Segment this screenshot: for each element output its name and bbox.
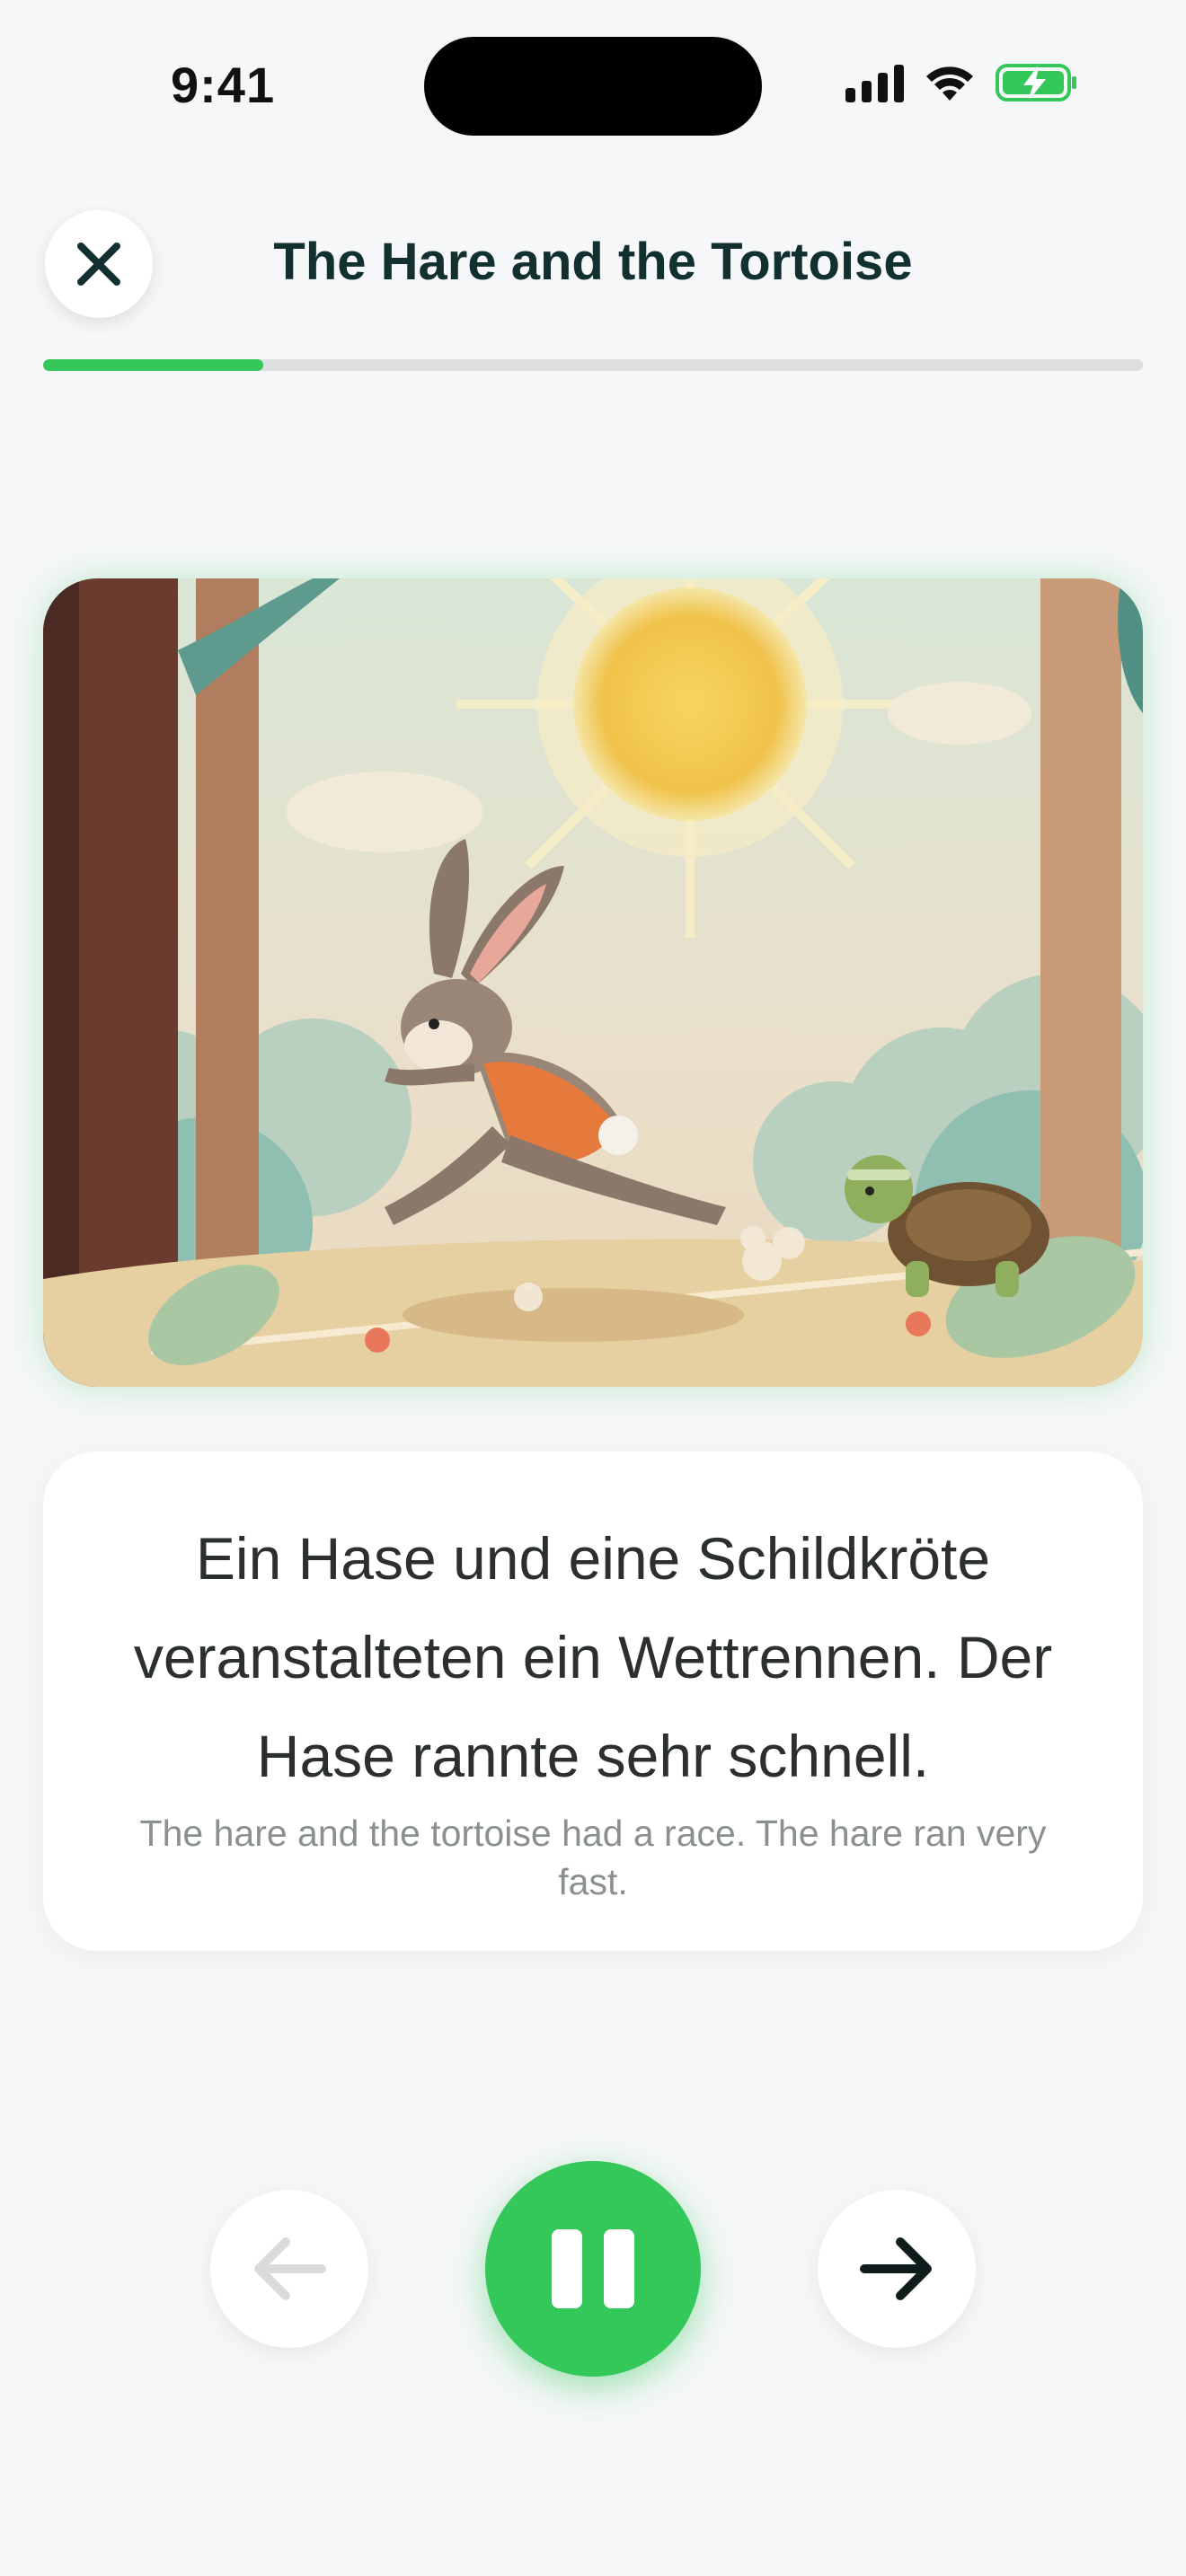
story-text-card: Ein Hase und eine Schildkröte veranstalt… bbox=[43, 1451, 1143, 1951]
story-illustration bbox=[43, 578, 1143, 1387]
pause-icon-bar bbox=[604, 2229, 634, 2308]
arrow-right-icon bbox=[860, 2237, 932, 2300]
status-bar: 9:41 bbox=[0, 0, 1186, 171]
close-icon bbox=[77, 243, 120, 286]
pause-icon bbox=[552, 2229, 582, 2308]
english-translation: The hare and the tortoise had a race. Th… bbox=[139, 1813, 1047, 1902]
wifi-icon bbox=[924, 63, 976, 102]
close-button[interactable] bbox=[45, 210, 153, 318]
next-page-button[interactable] bbox=[818, 2190, 976, 2348]
status-time: 9:41 bbox=[171, 57, 276, 113]
status-icons bbox=[845, 63, 1078, 102]
battery-charging-icon bbox=[996, 63, 1078, 102]
progress-fill bbox=[43, 359, 263, 371]
arrow-left-icon bbox=[254, 2237, 326, 2300]
page-title: The Hare and the Tortoise bbox=[273, 233, 913, 291]
previous-page-button[interactable] bbox=[210, 2190, 368, 2348]
dynamic-island bbox=[424, 37, 762, 136]
german-sentence[interactable]: Ein Hase und eine Schildkröte veranstalt… bbox=[115, 1509, 1071, 1805]
progress-bar bbox=[43, 359, 1143, 371]
pause-button[interactable] bbox=[485, 2161, 701, 2377]
cellular-signal-icon bbox=[845, 63, 904, 102]
